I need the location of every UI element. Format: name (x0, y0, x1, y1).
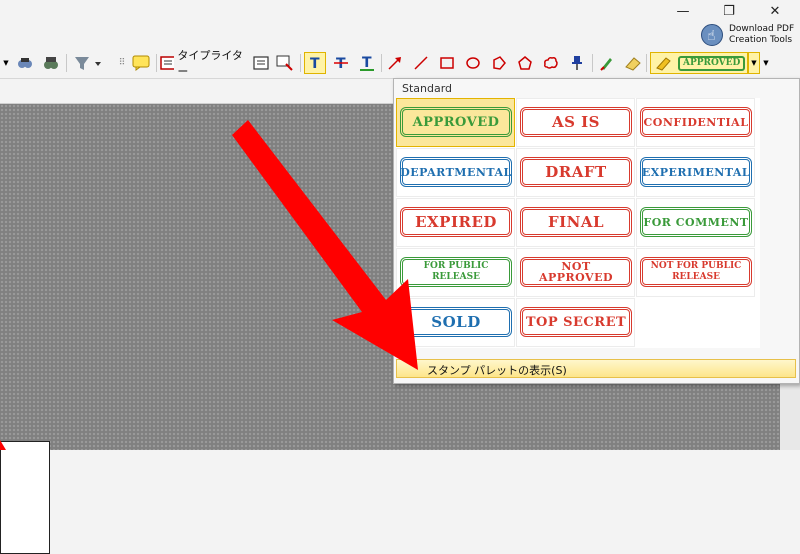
filter-icon[interactable] (70, 52, 106, 74)
cloud-tool-icon[interactable] (540, 52, 562, 74)
toolbar-separator (66, 54, 67, 72)
stamp-label: FOR COMMENT (640, 207, 752, 237)
stamp-option-draft[interactable]: DRAFT (516, 148, 635, 197)
stamp-option-departmental[interactable]: DEPARTMENTAL (396, 148, 515, 197)
callout-icon[interactable] (274, 52, 296, 74)
stamp-label: EXPERIMENTAL (640, 157, 752, 187)
stamp-label: SOLD (400, 307, 512, 337)
stamp-grid: APPROVED AS IS CONFIDENTIAL DEPARTMENTAL DRA… (396, 98, 760, 348)
polygon-line-tool-icon[interactable] (488, 52, 510, 74)
stamp-option-expired[interactable]: EXPIRED (396, 198, 515, 247)
hand-cursor-icon: ☝ (707, 28, 716, 44)
toolbar-separator (646, 54, 647, 72)
download-label-line2: Creation Tools (729, 35, 793, 45)
show-stamp-palette-label: スタンプ パレットの表示(S) (427, 364, 567, 377)
download-label-line1: Download PDF (729, 24, 795, 34)
stamp-option-for-public-release[interactable]: FOR PUBLIC RELEASE (396, 248, 515, 297)
toolbar-separator (381, 54, 382, 72)
stamp-option-approved[interactable]: APPROVED (396, 98, 515, 147)
minimize-button[interactable]: — (660, 2, 706, 22)
line-tool-icon[interactable] (410, 52, 432, 74)
stamp-option-final[interactable]: FINAL (516, 198, 635, 247)
strikeout-text-icon[interactable]: T (330, 52, 352, 74)
toolbar-separator (300, 54, 301, 72)
toolbar-stamp-preview: APPROVED (678, 55, 746, 71)
binoculars-icon[interactable] (40, 52, 62, 74)
stamp-dropdown-menu: Standard APPROVED AS IS CONFIDENTIAL DEPART… (393, 78, 800, 384)
stamp-icon (656, 57, 671, 71)
show-stamp-palette-menu-item[interactable]: スタンプ パレットの表示(S) (396, 359, 796, 378)
download-pdf-creation-tools-button[interactable]: ☝ Download PDF Creation Tools (697, 22, 800, 48)
stamp-dropdown-arrow[interactable]: ▼ (748, 52, 760, 74)
polygon-tool-icon[interactable] (514, 52, 536, 74)
stamp-label: EXPIRED (400, 207, 512, 237)
typewriter-button[interactable]: タイプライター (160, 49, 246, 78)
svg-text:T: T (362, 55, 372, 71)
comment-icon[interactable] (130, 52, 152, 74)
highlight-text-icon[interactable]: T (304, 52, 326, 74)
dropdown-header: Standard (402, 82, 453, 95)
stamp-label: NOT APPROVED (520, 257, 632, 287)
title-bar: — ❐ ✕ ☝ Download PDF Creation Tools (0, 0, 800, 48)
stamp-label: AS IS (520, 107, 632, 137)
toolbar-separator (156, 54, 157, 72)
stamp-label: DRAFT (520, 157, 632, 187)
stamp-option-top-secret[interactable]: TOP SECRET (516, 298, 635, 347)
toolbar: ▼ ⠿ タイプライター T T T (0, 48, 800, 79)
stamp-label: APPROVED (400, 107, 512, 137)
svg-text:T: T (310, 56, 320, 71)
stamp-label: CONFIDENTIAL (640, 107, 752, 137)
stamp-label: TOP SECRET (520, 307, 632, 337)
dropdown-arrow-icon[interactable]: ▼ (2, 52, 10, 74)
toolbar-overflow-icon[interactable]: ▼ (762, 52, 770, 74)
close-button[interactable]: ✕ (752, 2, 798, 22)
stamp-option-not-approved[interactable]: NOT APPROVED (516, 248, 635, 297)
arrow-tool-icon[interactable] (384, 52, 406, 74)
restore-button[interactable]: ❐ (706, 2, 752, 22)
document-page[interactable] (0, 441, 50, 554)
stamp-option-as-is[interactable]: AS IS (516, 98, 635, 147)
stamp-option-for-comment[interactable]: FOR COMMENT (636, 198, 755, 247)
pushpin-icon[interactable] (566, 52, 588, 74)
stamp-label: DEPARTMENTAL (400, 157, 512, 187)
stamp-tool-button[interactable]: APPROVED (650, 52, 748, 74)
stamp-option-not-for-public-release[interactable]: NOT FOR PUBLIC RELEASE (636, 248, 755, 297)
rectangle-tool-icon[interactable] (436, 52, 458, 74)
stamp-label: NOT FOR PUBLIC RELEASE (640, 257, 752, 287)
textbox-icon[interactable] (250, 52, 272, 74)
pencil-icon[interactable] (596, 52, 618, 74)
stamp-option-confidential[interactable]: CONFIDENTIAL (636, 98, 755, 147)
stamp-label: FINAL (520, 207, 632, 237)
stamp-option-experimental[interactable]: EXPERIMENTAL (636, 148, 755, 197)
drag-handle-icon[interactable]: ⠿ (118, 52, 126, 74)
stamp-label: FOR PUBLIC RELEASE (400, 257, 512, 287)
stamp-option-sold[interactable]: SOLD (396, 298, 515, 347)
eraser-icon[interactable] (622, 52, 644, 74)
ellipse-tool-icon[interactable] (462, 52, 484, 74)
toolbar-separator (592, 54, 593, 72)
zoom-in-icon[interactable] (14, 52, 36, 74)
typewriter-label: タイプライター (177, 49, 243, 78)
underline-text-icon[interactable]: T (356, 52, 378, 74)
